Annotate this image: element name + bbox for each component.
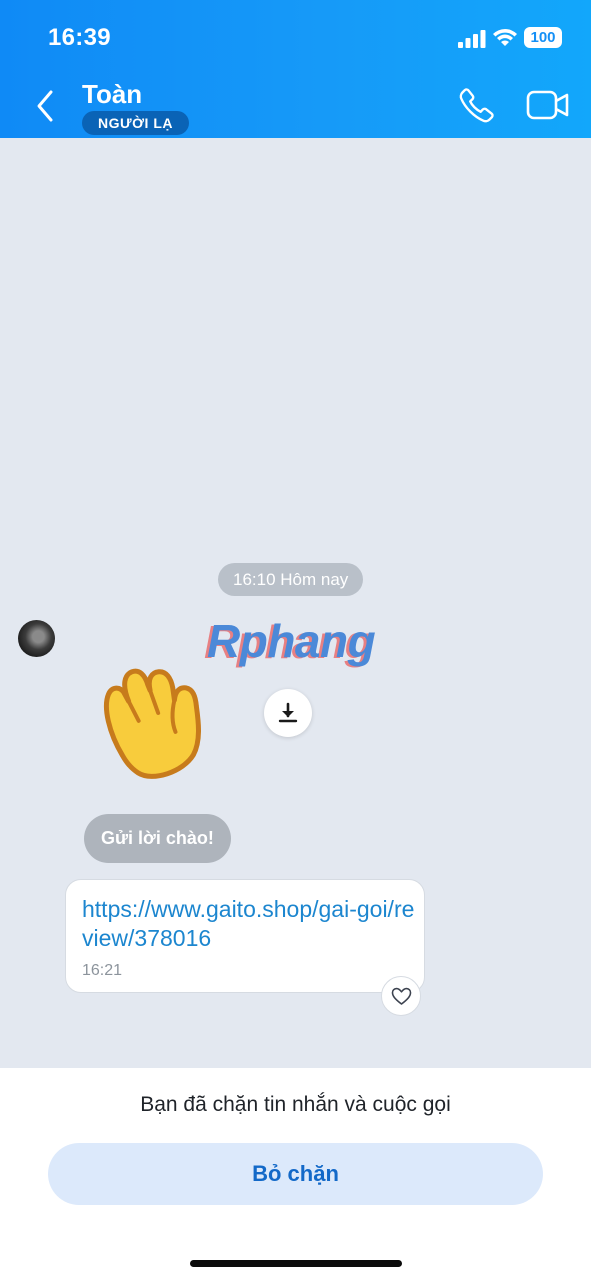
- chevron-left-icon[interactable]: [30, 88, 60, 124]
- waving-hand-icon[interactable]: [84, 648, 229, 788]
- wifi-icon: [493, 29, 517, 46]
- phone-icon[interactable]: [458, 86, 496, 124]
- heart-icon: [391, 987, 412, 1005]
- blocked-footer: Bạn đã chặn tin nhắn và cuộc gọi Bỏ chặn: [0, 1068, 591, 1280]
- cellular-signal-icon: [458, 30, 486, 48]
- blocked-notice: Bạn đã chặn tin nhắn và cuộc gọi: [140, 1093, 451, 1116]
- watermark: Rphang: [207, 615, 376, 667]
- download-icon: [278, 702, 298, 723]
- greeting-label: Gửi lời chào!: [84, 814, 231, 863]
- stranger-badge: NGƯỜI LẠ: [82, 111, 189, 135]
- avatar[interactable]: [18, 620, 55, 657]
- battery-indicator: 100: [524, 27, 562, 48]
- message-bubble[interactable]: https://www.gaito.shop/gai-goi/review/37…: [65, 879, 425, 993]
- message-time: 16:21: [82, 962, 123, 979]
- chat-area[interactable]: 16:10 Hôm nay Rphang Gửi lời chào! https…: [0, 138, 591, 1068]
- message-link[interactable]: https://www.gaito.shop/gai-goi/review/37…: [82, 895, 418, 953]
- contact-name[interactable]: Toàn: [82, 79, 142, 110]
- unblock-button[interactable]: Bỏ chặn: [48, 1143, 543, 1205]
- react-button[interactable]: [381, 976, 421, 1016]
- chat-header: 16:39 100 Toàn NGƯỜI LẠ: [0, 0, 591, 138]
- download-button[interactable]: [264, 689, 312, 737]
- home-indicator[interactable]: [190, 1260, 402, 1267]
- video-camera-icon[interactable]: [526, 88, 570, 122]
- date-separator: 16:10 Hôm nay: [218, 563, 364, 596]
- status-time: 16:39: [48, 24, 111, 51]
